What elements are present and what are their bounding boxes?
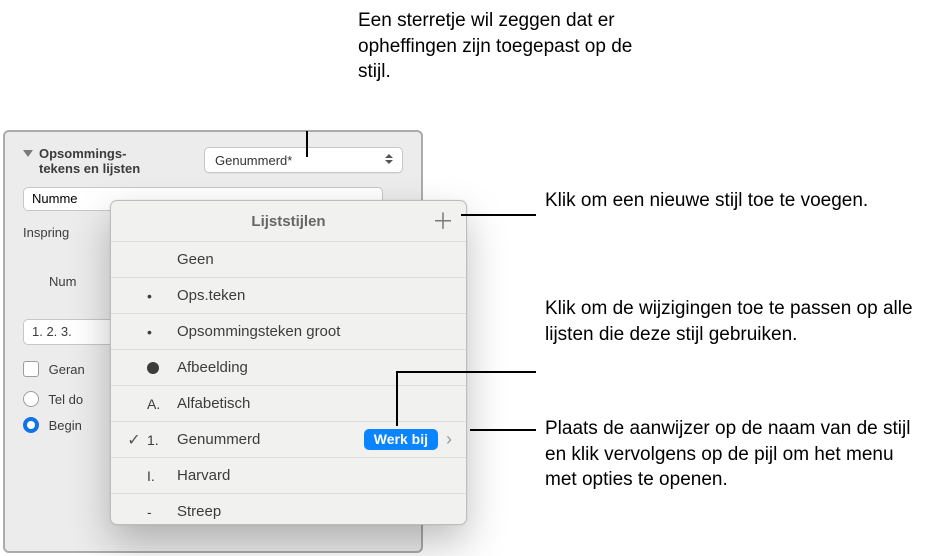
- checkmark-icon: ✓: [121, 430, 147, 450]
- count-label: Tel do: [48, 392, 83, 407]
- style-item[interactable]: •Ops.teken: [111, 277, 466, 313]
- start-radio[interactable]: [23, 417, 39, 433]
- disclosure-triangle-icon[interactable]: [23, 150, 33, 157]
- style-item[interactable]: I.Harvard: [111, 457, 466, 493]
- tier-label: Geran: [49, 362, 85, 377]
- list-styles-popup: Lijststijlen ＋ Geen•Ops.teken•Opsommings…: [110, 200, 467, 525]
- style-item[interactable]: -Streep: [111, 493, 466, 524]
- callout-add: Klik om een nieuwe stijl toe te voegen.: [545, 188, 868, 214]
- style-item-label: Ops.teken: [177, 287, 452, 304]
- popup-title: Lijststijlen: [251, 213, 325, 230]
- style-item-label: Opsommingsteken groot: [177, 323, 452, 340]
- add-style-button[interactable]: ＋: [430, 207, 456, 233]
- bullet-preview: [147, 360, 177, 376]
- update-style-button[interactable]: Werk bij: [364, 429, 438, 450]
- list-style-select-value: Genummerd*: [215, 153, 292, 168]
- style-item-label: Alfabetisch: [177, 395, 452, 412]
- count-radio[interactable]: [23, 391, 39, 407]
- callout-arrow: Plaats de aanwijzer op de naam van de st…: [545, 416, 915, 493]
- style-list: Geen•Ops.teken•Opsommingsteken grootAfbe…: [111, 241, 466, 524]
- style-item-label: Streep: [177, 503, 452, 520]
- style-item-label: Genummerd: [177, 431, 364, 448]
- tier-checkbox[interactable]: [23, 361, 39, 377]
- style-item-label: Geen: [177, 251, 452, 268]
- chevron-updown-icon: [382, 152, 396, 166]
- callout-apply: Klik om de wijzigingen toe te passen op …: [545, 296, 915, 347]
- bullet-preview: -: [147, 504, 177, 520]
- bullet-preview: 1.: [147, 432, 177, 448]
- leader-line: [396, 371, 536, 373]
- plus-icon: ＋: [432, 204, 454, 236]
- style-item[interactable]: ✓1.GenummerdWerk bij ›: [111, 421, 466, 457]
- bullet-preview: •: [147, 288, 177, 304]
- leader-line: [470, 429, 536, 431]
- section-title: Opsommings-tekens en lijsten: [39, 147, 140, 177]
- bullet-preview: I.: [147, 468, 177, 484]
- style-item[interactable]: A.Alfabetisch: [111, 385, 466, 421]
- image-bullet-icon: [147, 362, 159, 374]
- bullet-preview: A.: [147, 396, 177, 412]
- leader-line: [396, 371, 398, 426]
- callout-asterisk: Een sterretje wil zeggen dat er opheffin…: [358, 8, 658, 85]
- style-item[interactable]: •Opsommingsteken groot: [111, 313, 466, 349]
- style-item-label: Afbeelding: [177, 359, 452, 376]
- style-item[interactable]: Geen: [111, 241, 466, 277]
- leader-line: [306, 131, 308, 157]
- start-label: Begin: [49, 418, 82, 433]
- leader-line: [461, 214, 536, 216]
- style-item[interactable]: Afbeelding: [111, 349, 466, 385]
- list-style-select[interactable]: Genummerd*: [204, 147, 403, 173]
- bullet-preview: •: [147, 324, 177, 340]
- style-item-label: Harvard: [177, 467, 452, 484]
- chevron-right-icon[interactable]: ›: [446, 429, 452, 450]
